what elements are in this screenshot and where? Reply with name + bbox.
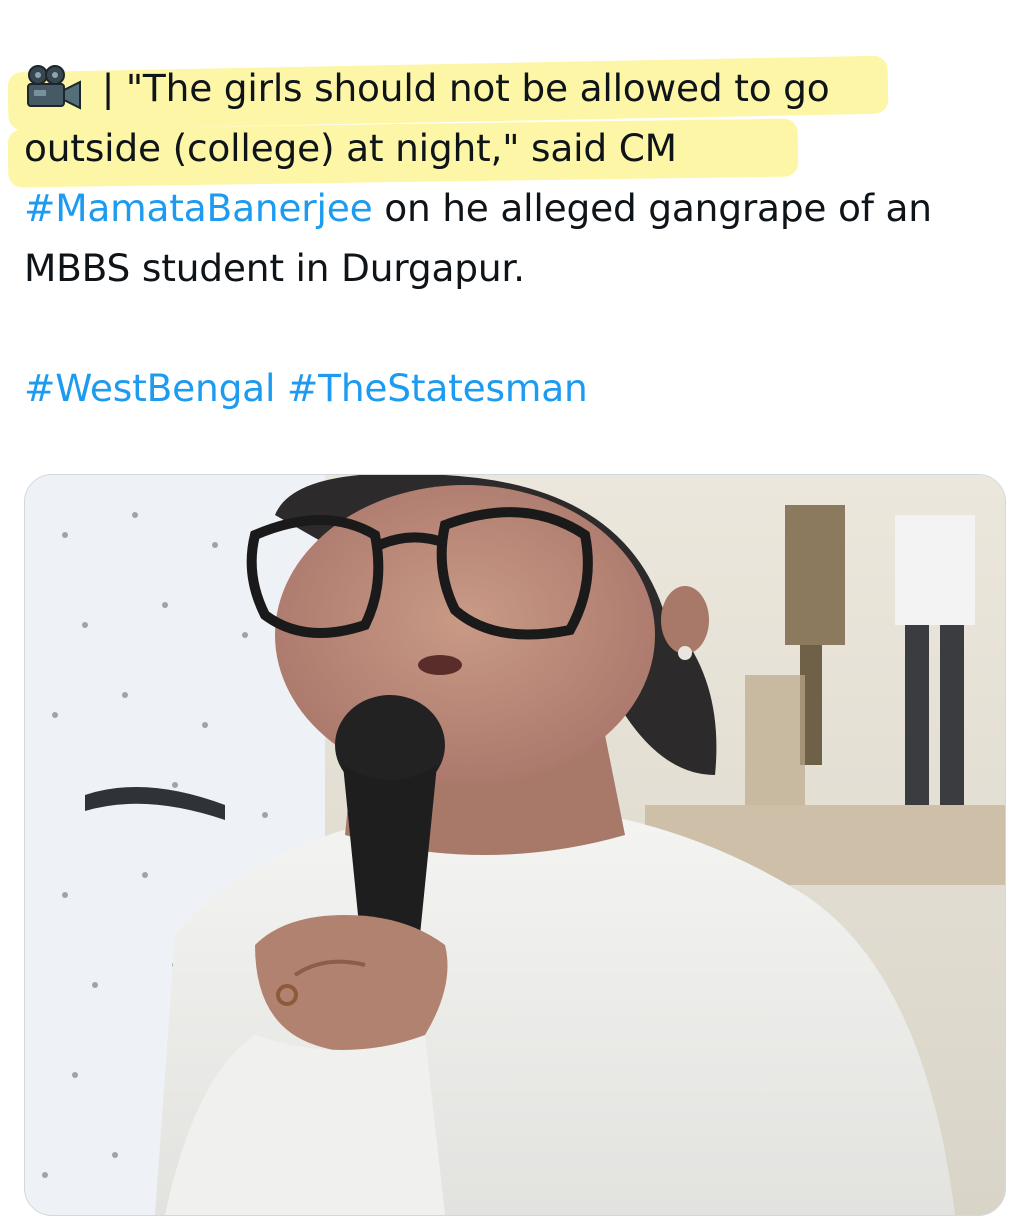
- movie-camera-icon: [24, 64, 84, 110]
- tweet-hashtag-line: #WestBengal #TheStatesman: [24, 358, 1004, 418]
- hashtag-link-mamatabanerjee[interactable]: #MamataBanerjee: [24, 186, 373, 230]
- tweet-media-video[interactable]: [24, 474, 1006, 1216]
- tweet-text-line-3: on he alleged gangrape of an: [372, 186, 932, 230]
- line-spacer: [24, 298, 1004, 358]
- tweet-text-line-2: outside (college) at night," said CM: [24, 126, 677, 170]
- hashtag-link-thestatesman[interactable]: #TheStatesman: [287, 366, 588, 410]
- tweet-text-line-1: | "The girls should not be allowed to go: [90, 66, 830, 110]
- tweet-line-1: | "The girls should not be allowed to go: [24, 58, 1004, 118]
- tweet-text: | "The girls should not be allowed to go…: [7, 55, 1004, 418]
- video-still-image: [25, 475, 1005, 1215]
- hashtag-link-westbengal[interactable]: #WestBengal: [24, 366, 275, 410]
- tweet-text-line-4: MBBS student in Durgapur.: [24, 246, 525, 290]
- tweet-line-3: #MamataBanerjee on he alleged gangrape o…: [24, 178, 1004, 238]
